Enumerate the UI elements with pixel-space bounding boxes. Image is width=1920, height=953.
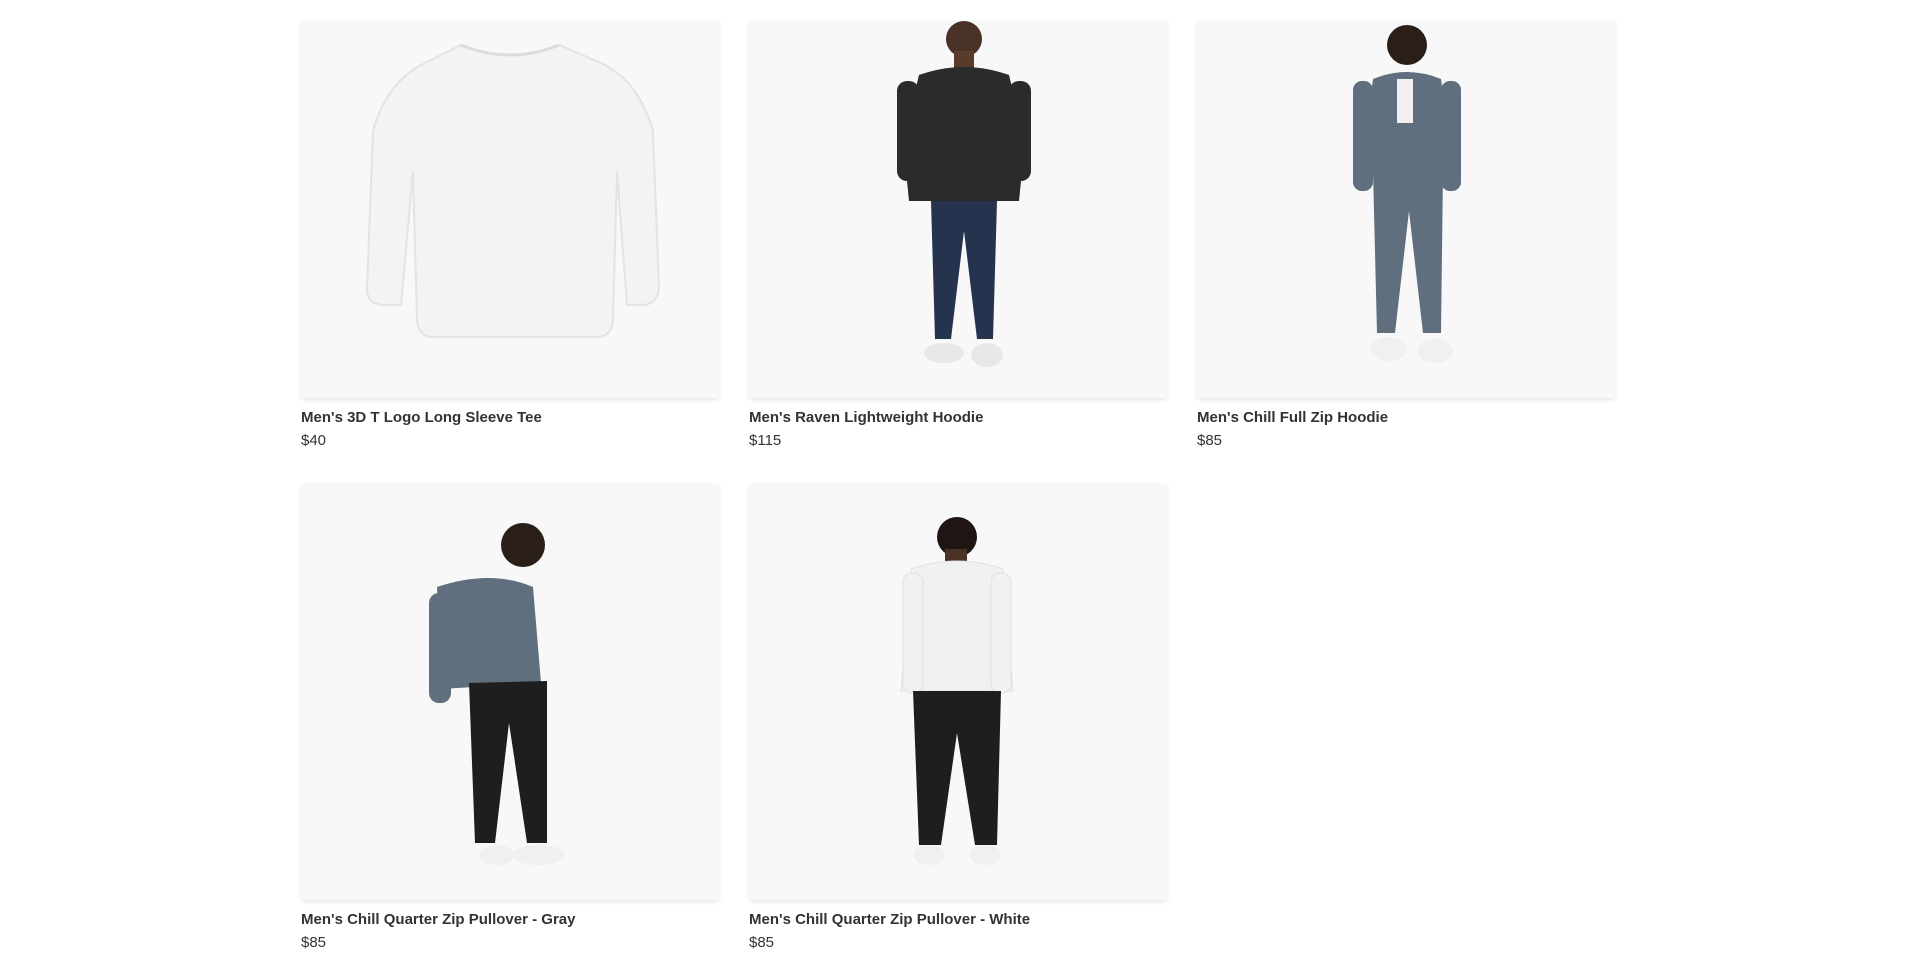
gray-quarter-zip-model-image xyxy=(429,523,565,865)
product-title[interactable]: Men's Chill Quarter Zip Pullover - White xyxy=(749,910,1167,930)
black-hoodie-model-image xyxy=(897,21,1031,367)
product-price: $85 xyxy=(301,934,327,951)
white-quarter-zip-back-model-image xyxy=(900,517,1014,865)
product-card[interactable]: Men's Chill Quarter Zip Pullover - Gray … xyxy=(301,483,719,953)
product-price: $40 xyxy=(301,432,327,449)
product-title[interactable]: Men's Chill Full Zip Hoodie xyxy=(1197,408,1615,428)
product-image[interactable] xyxy=(749,483,1167,900)
product-image[interactable] xyxy=(301,20,719,398)
product-price: $85 xyxy=(749,934,775,951)
product-grid: Men's 3D T Logo Long Sleeve Tee $40 Men'… xyxy=(0,0,1920,953)
product-price: $85 xyxy=(1197,432,1223,449)
gray-zip-hoodie-model-image xyxy=(1353,25,1461,363)
product-card[interactable]: Men's 3D T Logo Long Sleeve Tee $40 xyxy=(301,20,719,451)
product-title[interactable]: Men's 3D T Logo Long Sleeve Tee xyxy=(301,408,719,428)
product-price: $115 xyxy=(749,432,782,449)
product-card[interactable]: Men's Chill Full Zip Hoodie $85 xyxy=(1197,20,1615,451)
product-image[interactable] xyxy=(749,20,1167,398)
product-title[interactable]: Men's Chill Quarter Zip Pullover - Gray xyxy=(301,910,719,930)
product-card[interactable]: Men's Chill Quarter Zip Pullover - White… xyxy=(749,483,1167,953)
product-card[interactable]: Men's Raven Lightweight Hoodie $115 xyxy=(749,20,1167,451)
long-sleeve-tee-image xyxy=(365,43,661,338)
product-image[interactable] xyxy=(1197,20,1615,398)
product-image[interactable] xyxy=(301,483,719,900)
product-title[interactable]: Men's Raven Lightweight Hoodie xyxy=(749,408,1167,428)
